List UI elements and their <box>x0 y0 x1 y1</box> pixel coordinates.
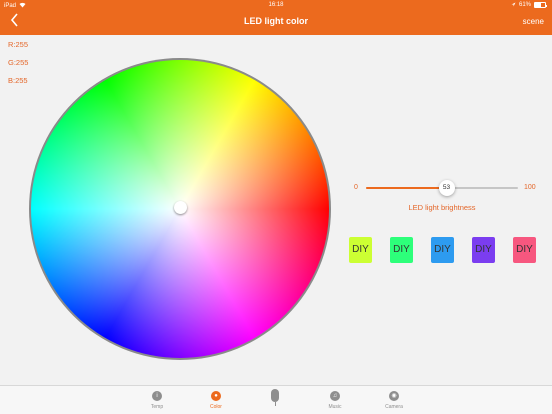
camera-icon: ◉ <box>389 391 399 401</box>
music-note-icon: ♫ <box>330 391 340 401</box>
tab-music[interactable]: ♫ Music <box>315 391 355 410</box>
palette-icon: ● <box>211 391 221 401</box>
tab-music-label: Music <box>328 404 342 410</box>
tab-temp-label: Temp <box>150 404 164 410</box>
page-title: LED light color <box>244 16 308 26</box>
red-value-label: R:255 <box>8 40 29 49</box>
scene-button[interactable]: scene <box>523 17 544 26</box>
diy-button-2[interactable]: DIY <box>390 237 413 263</box>
green-value-label: G:255 <box>8 58 29 67</box>
diy-button-5[interactable]: DIY <box>513 237 536 263</box>
tab-camera[interactable]: ◉ Camera <box>374 391 414 410</box>
battery-percent: 61% <box>518 2 531 8</box>
brightness-caption: LED light brightness <box>408 203 476 212</box>
status-bar: iPad 16:18 61% <box>0 0 552 10</box>
brightness-slider-thumb[interactable]: 53 <box>438 180 455 196</box>
tab-color[interactable]: ● Color <box>196 391 236 410</box>
diy-button-3[interactable]: DIY <box>431 237 454 263</box>
battery-icon <box>534 2 547 8</box>
color-picker-handle[interactable] <box>174 201 187 214</box>
brightness-min-label: 0 <box>354 184 358 191</box>
blue-value-label: B:255 <box>8 76 28 85</box>
brightness-slider-fill <box>366 187 447 189</box>
temperature-icon: i <box>152 391 162 401</box>
diy-button-4[interactable]: DIY <box>472 237 495 263</box>
microphone-stand <box>274 402 276 406</box>
nav-bar: LED light color scene <box>0 10 552 35</box>
diy-button-1[interactable]: DIY <box>349 237 372 263</box>
tab-camera-label: Camera <box>385 404 403 410</box>
tab-color-label: Color <box>210 404 222 410</box>
brightness-max-label: 100 <box>524 184 536 191</box>
tab-temp[interactable]: i Temp <box>137 391 177 410</box>
tab-bar: i Temp ● Color ♫ Music ◉ Camera <box>0 385 552 414</box>
location-icon <box>511 2 516 9</box>
status-time: 16:18 <box>268 1 284 8</box>
microphone-icon <box>271 389 279 402</box>
tab-microphone[interactable] <box>255 389 295 406</box>
